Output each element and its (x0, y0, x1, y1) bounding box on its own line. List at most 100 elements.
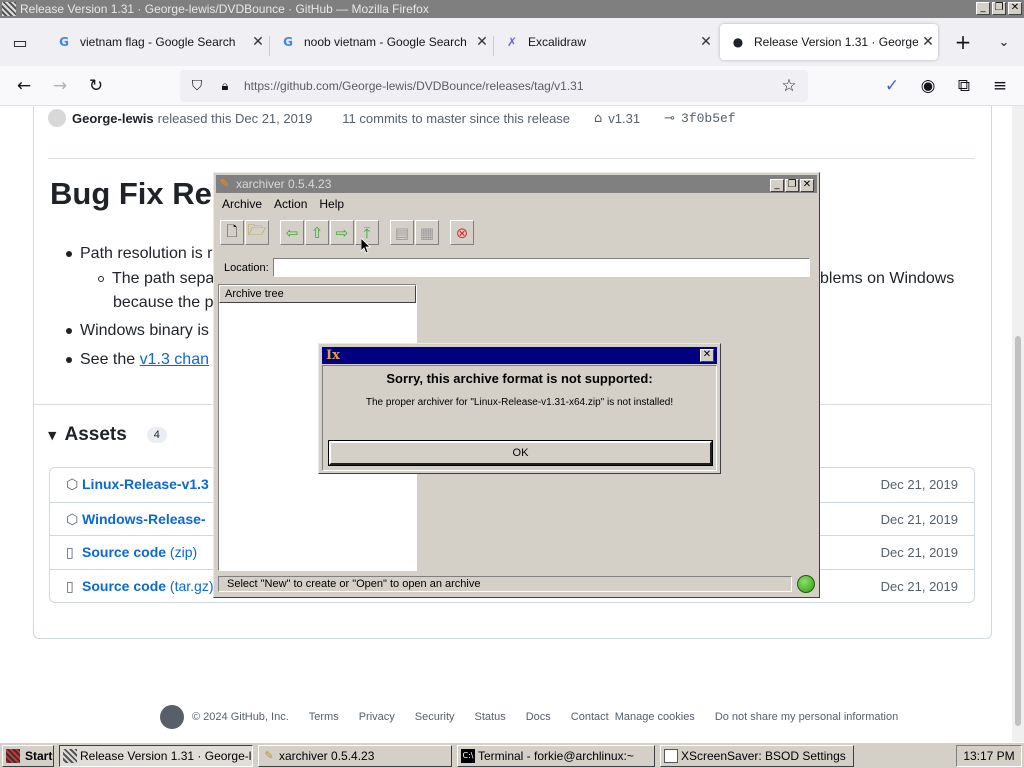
footer-link-manage-cookies[interactable]: Manage cookies (615, 711, 695, 723)
menu-action[interactable]: Action (268, 195, 313, 213)
tab-close-icon[interactable]: ✕ (472, 34, 492, 50)
tag-link[interactable]: v1.31 (608, 111, 640, 126)
window-close-button[interactable]: ✕ (1008, 2, 1022, 15)
back-arrow-icon[interactable]: ⇦ (280, 220, 304, 245)
dialog-titlebar[interactable]: Ix ✕ (322, 347, 717, 364)
taskbar-item-xarchiver[interactable]: ✎ xarchiver 0.5.4.23 (258, 745, 452, 767)
back-icon[interactable]: ← (13, 75, 35, 97)
commit-sha-link[interactable]: 3f0b5ef (681, 111, 736, 126)
bookmark-star-icon[interactable]: ☆ (778, 75, 800, 97)
tracking-protection-icon[interactable]: ⛉ (186, 75, 208, 97)
extensions-icon[interactable]: ⧉ (953, 75, 975, 97)
new-tab-icon[interactable]: + (953, 30, 973, 54)
tab-noob-vietnam[interactable]: G noob vietnam - Google Search ✕ (270, 24, 492, 60)
xarchiver-app-icon: ✎ (264, 749, 274, 762)
caret-down-icon: ▼ (48, 428, 57, 442)
bullet-text-fragment: blems on Windows (820, 270, 955, 287)
xarchiver-maximize-button[interactable]: ❐ (785, 179, 799, 192)
lock-icon[interactable]: 🔒︎ (214, 75, 236, 97)
changelog-link[interactable]: v1.3 chan (140, 351, 209, 368)
taskbar-item-terminal[interactable]: C:\ Terminal - forkie@archlinux:~ (457, 745, 655, 767)
taskbar-item-firefox[interactable]: Release Version 1.31 · George-le... (59, 745, 253, 767)
window-minimize-button[interactable]: _ (976, 2, 990, 15)
author-avatar[interactable] (48, 109, 66, 127)
xarchiver-app-icon: ✎ (220, 178, 230, 190)
new-archive-icon[interactable]: 🗋︎ (220, 220, 244, 245)
mouse-cursor-icon (361, 238, 371, 254)
tab-close-icon[interactable]: ✕ (918, 34, 938, 50)
asset-link[interactable]: Linux-Release-v1.3 (82, 476, 209, 492)
tab-close-icon[interactable]: ✕ (696, 34, 716, 50)
open-archive-icon[interactable]: 🗁︎ (245, 220, 269, 245)
window-titlebar: Release Version 1.31 · George-lewis/DVDB… (0, 0, 1024, 18)
file-zip-icon: ▯ (66, 545, 74, 561)
footer-link-terms[interactable]: Terms (309, 711, 339, 723)
footer-link-do-not-share[interactable]: Do not share my personal information (715, 711, 898, 723)
forward-arrow-icon[interactable]: ⇨ (330, 220, 354, 245)
taskbar-item-xscreensaver[interactable]: XScreenSaver: BSOD Settings (660, 745, 854, 767)
footer-link-contact[interactable]: Contact (571, 711, 609, 723)
taskbar-clock: 13:17 PM (956, 745, 1022, 767)
commits-link[interactable]: 11 commits (342, 111, 408, 126)
list-all-tabs-icon[interactable]: ⌄ (994, 32, 1014, 52)
dialog-body: Sorry, this archive format is not suppor… (322, 365, 717, 471)
asset-link[interactable]: Source code (zip) (82, 544, 197, 560)
tab-release-version[interactable]: ● Release Version 1.31 · George-lewis ✕ (720, 24, 938, 60)
dialog-heading: Sorry, this archive format is not suppor… (386, 371, 653, 386)
add-files-icon[interactable]: ▦ (415, 220, 439, 245)
assets-heading[interactable]: ▼ Assets 4 (48, 424, 167, 446)
stop-icon[interactable]: ⊗ (450, 220, 474, 245)
tab-close-icon[interactable]: ✕ (248, 34, 268, 50)
assets-title: Assets (64, 424, 127, 445)
footer-link-status[interactable]: Status (475, 711, 506, 723)
tab-label: Excalidraw (528, 35, 587, 49)
url-bar[interactable]: ⛉ 🔒︎ https://github.com/George-lewis/DVD… (180, 70, 808, 102)
ok-button[interactable]: OK (328, 440, 713, 466)
bullet-continuation: because the p (113, 294, 214, 311)
google-icon: G (283, 35, 293, 49)
github-logo-icon[interactable] (160, 705, 184, 729)
page-scrollbar[interactable] (1012, 106, 1024, 742)
bullet-circle (98, 275, 104, 282)
menu-help[interactable]: Help (313, 195, 350, 213)
account-icon[interactable]: ◉ (917, 75, 939, 97)
asset-link[interactable]: Windows-Release- (82, 511, 206, 527)
xarchiver-menubar: Archive Action Help (216, 195, 350, 213)
tab-vietnam-flag[interactable]: G vietnam flag - Google Search ✕ (46, 24, 268, 60)
xarchiver-close-button[interactable]: ✕ (800, 179, 814, 192)
package-icon: ⬡ (66, 477, 79, 493)
footer-link-security[interactable]: Security (415, 711, 455, 723)
firefox-view-icon[interactable]: ▭ (10, 32, 30, 52)
window-restore-button[interactable]: ❐ (992, 2, 1006, 15)
start-button[interactable]: Start (2, 745, 54, 767)
xarchiver-toolbar: 🗋︎ 🗁︎ ⇦ ⇧ ⇨ ⤒ ▤ ▦ ⊗ (220, 220, 475, 248)
xarchiver-minimize-button[interactable]: _ (770, 179, 784, 192)
url-text[interactable]: https://github.com/George-lewis/DVDBounc… (244, 79, 584, 93)
extract-icon[interactable]: ▤ (390, 220, 414, 245)
menu-icon[interactable]: ≡ (989, 75, 1011, 97)
bullet-dot (66, 356, 72, 363)
bullet-dot (66, 327, 72, 334)
author-link[interactable]: George-lewis (72, 111, 154, 126)
dialog-close-button[interactable]: ✕ (700, 349, 714, 362)
start-menu-icon (6, 749, 20, 763)
up-arrow-icon[interactable]: ⇧ (305, 220, 329, 245)
forward-icon[interactable]: → (49, 75, 71, 97)
scrollbar-thumb[interactable] (1015, 336, 1021, 726)
excalidraw-icon: ✗ (506, 35, 518, 49)
footer-link-docs[interactable]: Docs (526, 711, 551, 723)
location-input[interactable] (272, 258, 810, 277)
reload-icon[interactable]: ↻ (85, 75, 107, 97)
taskbar-item-label: xarchiver 0.5.4.23 (279, 749, 375, 763)
asset-link[interactable]: Source code (tar.gz) (82, 578, 214, 594)
commits-suffix: to master since this release (411, 110, 571, 126)
error-dialog: Ix ✕ Sorry, this archive format is not s… (318, 343, 721, 474)
footer-link-privacy[interactable]: Privacy (359, 711, 395, 723)
archive-tree-header[interactable]: Archive tree (219, 285, 416, 303)
start-label: Start (25, 749, 53, 763)
pocket-check-icon[interactable]: ✓ (881, 75, 903, 97)
menu-archive[interactable]: Archive (216, 195, 268, 213)
bullet-item: Path resolution is r (66, 245, 213, 263)
xarchiver-titlebar[interactable]: ✎ xarchiver 0.5.4.23 _ ❐ ✕ (216, 175, 817, 193)
tab-excalidraw[interactable]: ✗ Excalidraw ✕ (494, 24, 716, 60)
